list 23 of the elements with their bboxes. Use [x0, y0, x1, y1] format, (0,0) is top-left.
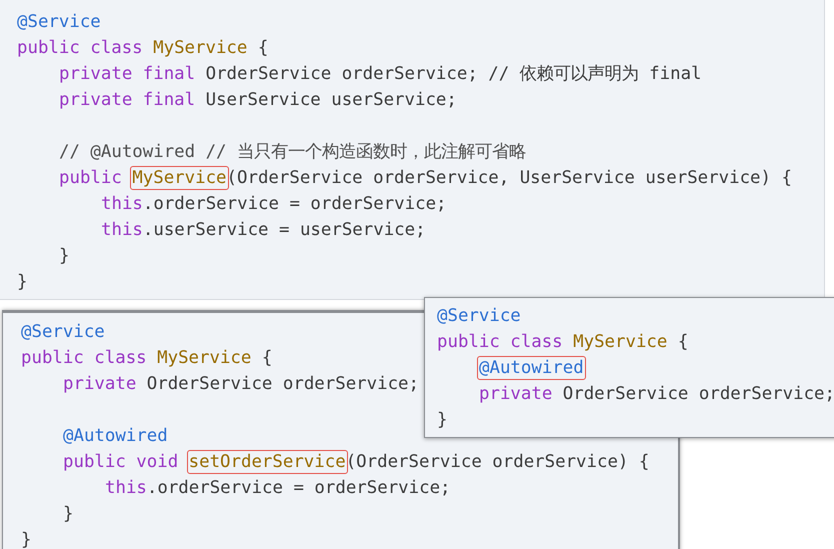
code-line: @Service: [21, 321, 105, 344]
code-line: private OrderService orderService;: [63, 373, 419, 396]
code-line: @Service: [437, 305, 521, 328]
code-line: public class MyService {: [17, 37, 268, 60]
code-line: @Service: [17, 11, 101, 34]
code-line: }: [59, 245, 70, 268]
code-line: @Autowired: [479, 357, 584, 380]
code-line: private final UserService userService;: [59, 89, 457, 112]
code-line: this.orderService = orderService;: [105, 477, 451, 500]
code-line: this.userService = userService;: [101, 219, 426, 242]
code-line: public class MyService {: [21, 347, 272, 370]
code-line: }: [63, 503, 74, 526]
code-line: @Autowired: [63, 425, 168, 448]
code-line: this.orderService = orderService;: [101, 193, 447, 216]
code-line: }: [21, 529, 32, 549]
code-line: public void setOrderService(OrderService orderService) {: [63, 451, 650, 474]
code-line: public MyService(OrderService orderService, UserService userService) {: [59, 167, 792, 190]
code-line: }: [437, 409, 448, 432]
code-line: private OrderService orderService;: [479, 383, 834, 406]
code-line: // @Autowired // 当只有一个构造函数时，此注解可省略: [59, 141, 526, 164]
code-line: }: [17, 271, 28, 294]
code-line: private final OrderService orderService; // 依赖可以声明为 final: [59, 63, 702, 86]
code-line: public class MyService {: [437, 331, 688, 354]
